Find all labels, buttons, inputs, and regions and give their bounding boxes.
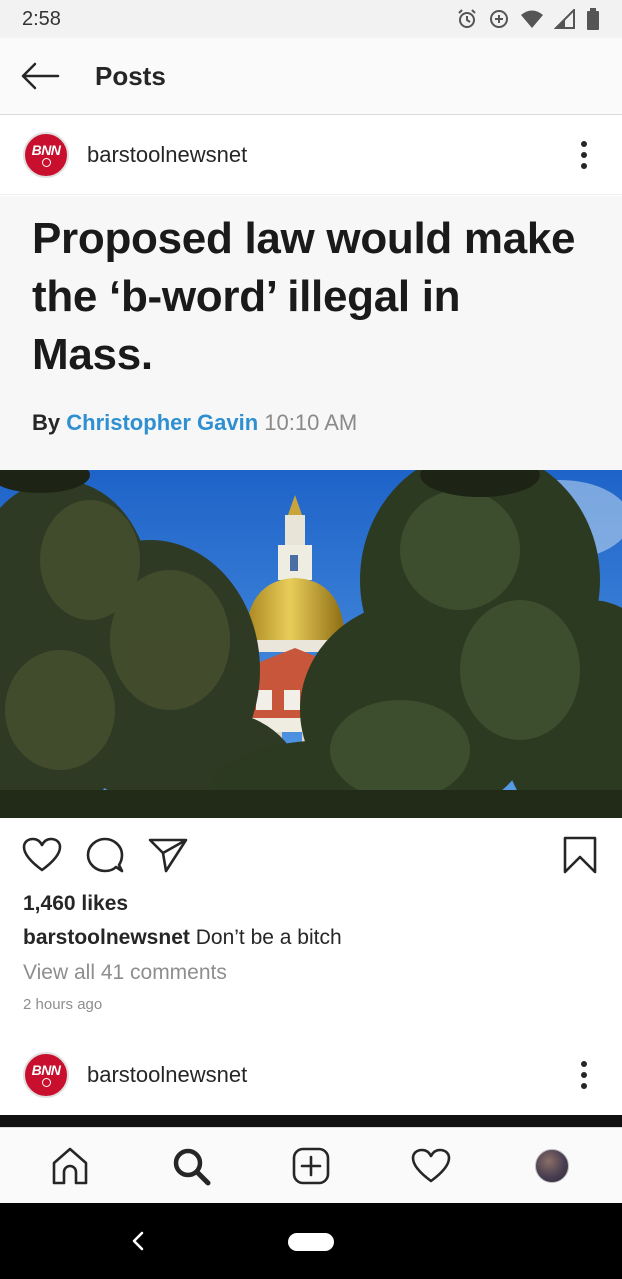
article-headline: Proposed law would make the ‘b-word’ ill…: [32, 214, 576, 379]
next-more-options-button[interactable]: [572, 1055, 596, 1095]
status-bar: 2:58: [0, 0, 622, 38]
system-back-button[interactable]: [126, 1225, 150, 1257]
next-post-header: BNN barstoolnewsnet: [0, 1035, 622, 1115]
alarm-icon: [458, 9, 476, 28]
post-photo[interactable]: [0, 470, 622, 818]
arrow-left-icon: [21, 62, 60, 90]
more-dot: [581, 1072, 587, 1078]
comment-button[interactable]: [83, 833, 127, 877]
status-time: 2:58: [22, 7, 61, 30]
more-dot: [581, 162, 587, 169]
wifi-icon: [521, 10, 543, 28]
byline-author: Christopher Gavin: [66, 410, 259, 435]
nav-add-post[interactable]: [281, 1136, 341, 1196]
post-avatar[interactable]: BNN: [23, 131, 69, 178]
status-icons: [456, 8, 600, 30]
send-icon: [148, 838, 188, 873]
home-icon: [52, 1147, 88, 1184]
search-icon: [173, 1148, 211, 1185]
post-username[interactable]: barstoolnewsnet: [87, 142, 247, 168]
byline-time: 10:10 AM: [264, 410, 358, 435]
add-post-icon: [292, 1147, 330, 1184]
avatar-seal: [41, 157, 51, 167]
nav-activity[interactable]: [401, 1136, 461, 1196]
nav-profile[interactable]: [522, 1136, 582, 1196]
profile-avatar: [534, 1148, 569, 1183]
chevron-left-icon: [132, 1231, 144, 1251]
bottom-nav: [0, 1127, 622, 1203]
next-post-photo-edge: [0, 1115, 622, 1127]
more-vertical-icon: [581, 1061, 587, 1067]
post-caption: barstoolnewsnet Don’t be a bitch: [23, 926, 342, 950]
more-dot: [581, 151, 587, 158]
nav-search[interactable]: [161, 1136, 221, 1196]
app-header: Posts: [0, 38, 622, 115]
likes-count[interactable]: 1,460 likes: [23, 892, 128, 916]
avatar-logo-text: BNN: [31, 1062, 61, 1078]
battery-icon: [587, 8, 599, 30]
byline-by: By: [32, 410, 61, 435]
like-button[interactable]: [20, 833, 64, 877]
back-button[interactable]: [0, 38, 80, 115]
caption-text: Don’t be a bitch: [195, 926, 342, 949]
system-nav-bar: [0, 1203, 622, 1279]
article-byline: By Christopher Gavin 10:10 AM: [32, 410, 590, 436]
save-button[interactable]: [558, 833, 602, 877]
heart-icon: [412, 1148, 451, 1182]
share-button[interactable]: [146, 833, 190, 877]
page-title: Posts: [95, 60, 166, 91]
heart-icon: [22, 837, 62, 872]
next-post-avatar[interactable]: BNN: [23, 1052, 69, 1098]
post-action-bar: [0, 822, 622, 888]
state-house-photo: [0, 470, 622, 818]
post-header: BNN barstoolnewsnet: [0, 115, 622, 195]
next-post-username[interactable]: barstoolnewsnet: [87, 1062, 247, 1088]
view-all-comments-link[interactable]: View all 41 comments: [23, 961, 227, 985]
avatar-seal: [41, 1078, 51, 1087]
nav-home[interactable]: [40, 1136, 100, 1196]
comment-icon: [86, 837, 124, 873]
data-saver-icon: [490, 10, 508, 28]
more-vertical-icon: [581, 140, 587, 147]
post-timestamp: 2 hours ago: [23, 996, 103, 1013]
more-dot: [581, 1083, 587, 1089]
more-options-button[interactable]: [572, 135, 596, 175]
signal-icon: [554, 9, 575, 29]
system-home-button[interactable]: [288, 1233, 334, 1251]
bookmark-icon: [563, 836, 597, 874]
avatar-logo-text: BNN: [31, 141, 61, 158]
article-card[interactable]: Proposed law would make the ‘b-word’ ill…: [0, 196, 622, 470]
caption-username[interactable]: barstoolnewsnet: [23, 926, 190, 949]
